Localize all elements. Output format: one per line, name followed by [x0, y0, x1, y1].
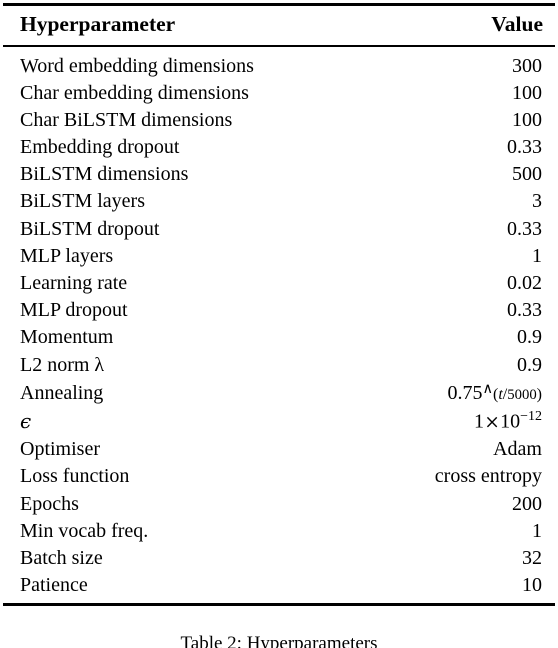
annealing-base: 0.75 — [447, 381, 483, 404]
param-value: 100 — [512, 81, 542, 104]
epsilon-exponent: −12 — [520, 409, 542, 425]
param-name: MLP dropout — [20, 299, 128, 322]
annealing-denominator: 5000 — [507, 387, 537, 404]
table-row: BiLSTM layers 3 — [3, 188, 555, 215]
param-name: BiLSTM dimensions — [20, 163, 189, 186]
param-value-epsilon: 1×10−12 — [279, 407, 555, 436]
param-name: Patience — [20, 574, 88, 597]
annealing-caret-icon: ∧ — [482, 380, 493, 397]
epsilon-symbol: ϵ — [20, 408, 32, 433]
param-name-epsilon: ϵ — [3, 407, 279, 436]
column-header-hyperparameter: Hyperparameter — [20, 12, 176, 36]
param-value: Adam — [493, 438, 542, 461]
param-value: 300 — [512, 54, 542, 77]
table-row: BiLSTM dropout 0.33 — [3, 215, 555, 242]
param-name: Char embedding dimensions — [20, 81, 249, 104]
table-row: MLP layers 1 — [3, 242, 555, 269]
table-row: Batch size 32 — [3, 544, 555, 571]
header-row: Hyperparameter Value — [3, 6, 555, 45]
param-value: 0.33 — [507, 299, 542, 322]
param-value: 1 — [532, 244, 542, 267]
table-bottom-rule — [3, 603, 555, 607]
param-name: Char BiLSTM dimensions — [20, 108, 233, 131]
param-value: 0.02 — [507, 272, 542, 294]
param-name: Word embedding dimensions — [20, 54, 254, 77]
table-row: MLP dropout 0.33 — [3, 297, 555, 324]
table-row: Epochs 200 — [3, 490, 555, 517]
param-value: 32 — [522, 546, 542, 569]
param-name: Epochs — [20, 492, 79, 515]
param-value: 100 — [512, 108, 542, 131]
table-row: Momentum 0.9 — [3, 324, 555, 351]
table-row: Min vocab freq. 1 — [3, 517, 555, 544]
param-name: BiLSTM dropout — [20, 217, 160, 240]
table-header: Hyperparameter Value — [3, 6, 555, 45]
param-name: Learning rate — [20, 272, 128, 294]
param-name: MLP layers — [20, 244, 114, 267]
column-header-value: Value — [491, 12, 543, 36]
param-value: 3 — [532, 190, 542, 213]
table-row: Learning rate 0.02 — [3, 269, 555, 296]
table-row: Patience 10 — [3, 572, 555, 604]
table-body: Word embedding dimensions 300 Char embed… — [3, 47, 555, 604]
param-value: 0.9 — [517, 353, 542, 376]
param-value: cross entropy — [434, 465, 542, 488]
table-row: Char BiLSTM dimensions 100 — [3, 106, 555, 133]
param-name: L2 norm λ — [20, 353, 105, 376]
table-row: Char embedding dimensions 100 — [3, 79, 555, 106]
param-value: 500 — [512, 163, 542, 186]
hyperparameter-table: Hyperparameter Value — [3, 6, 555, 45]
param-name: Min vocab freq. — [20, 519, 149, 542]
table-row: Loss function cross entropy — [3, 463, 555, 490]
param-value: 1 — [532, 519, 542, 542]
param-value: 200 — [512, 492, 542, 515]
param-value: 10 — [522, 574, 542, 597]
table-row: Word embedding dimensions 300 — [3, 47, 555, 80]
table-row: L2 norm λ 0.9 — [3, 351, 555, 378]
table-row: Annealing 0.75∧(t/5000) — [3, 378, 555, 407]
multiplication-sign-icon: × — [484, 411, 500, 433]
param-value: 0.33 — [507, 217, 542, 240]
table-row: Embedding dropout 0.33 — [3, 133, 555, 160]
param-value: 0.9 — [517, 326, 542, 349]
param-name: Embedding dropout — [20, 136, 180, 159]
epsilon-mantissa: 1 — [473, 410, 484, 433]
annealing-close-paren: ) — [536, 386, 542, 404]
epsilon-base: 10 — [500, 410, 521, 433]
table-row: Optimiser Adam — [3, 436, 555, 463]
param-name: Annealing — [20, 381, 104, 404]
hyperparameter-table-body: Word embedding dimensions 300 Char embed… — [3, 47, 555, 604]
param-name: BiLSTM layers — [20, 190, 145, 213]
table-row: BiLSTM dimensions 500 — [3, 161, 555, 188]
hyperparameter-table-container: Hyperparameter Value Word embedding dime… — [3, 3, 555, 607]
annealing-fraction: (t/5000) — [493, 387, 542, 403]
param-name: Optimiser — [20, 438, 100, 461]
table-row: ϵ 1×10−12 — [3, 407, 555, 436]
table-figure: Hyperparameter Value Word embedding dime… — [0, 0, 558, 648]
param-name: Batch size — [20, 546, 103, 569]
param-value: 0.33 — [507, 136, 542, 159]
param-value-annealing: 0.75∧(t/5000) — [279, 378, 555, 407]
param-name: Loss function — [20, 465, 130, 488]
table-caption: Table 2: Hyperparameters — [180, 634, 378, 648]
param-name: Momentum — [20, 326, 114, 349]
